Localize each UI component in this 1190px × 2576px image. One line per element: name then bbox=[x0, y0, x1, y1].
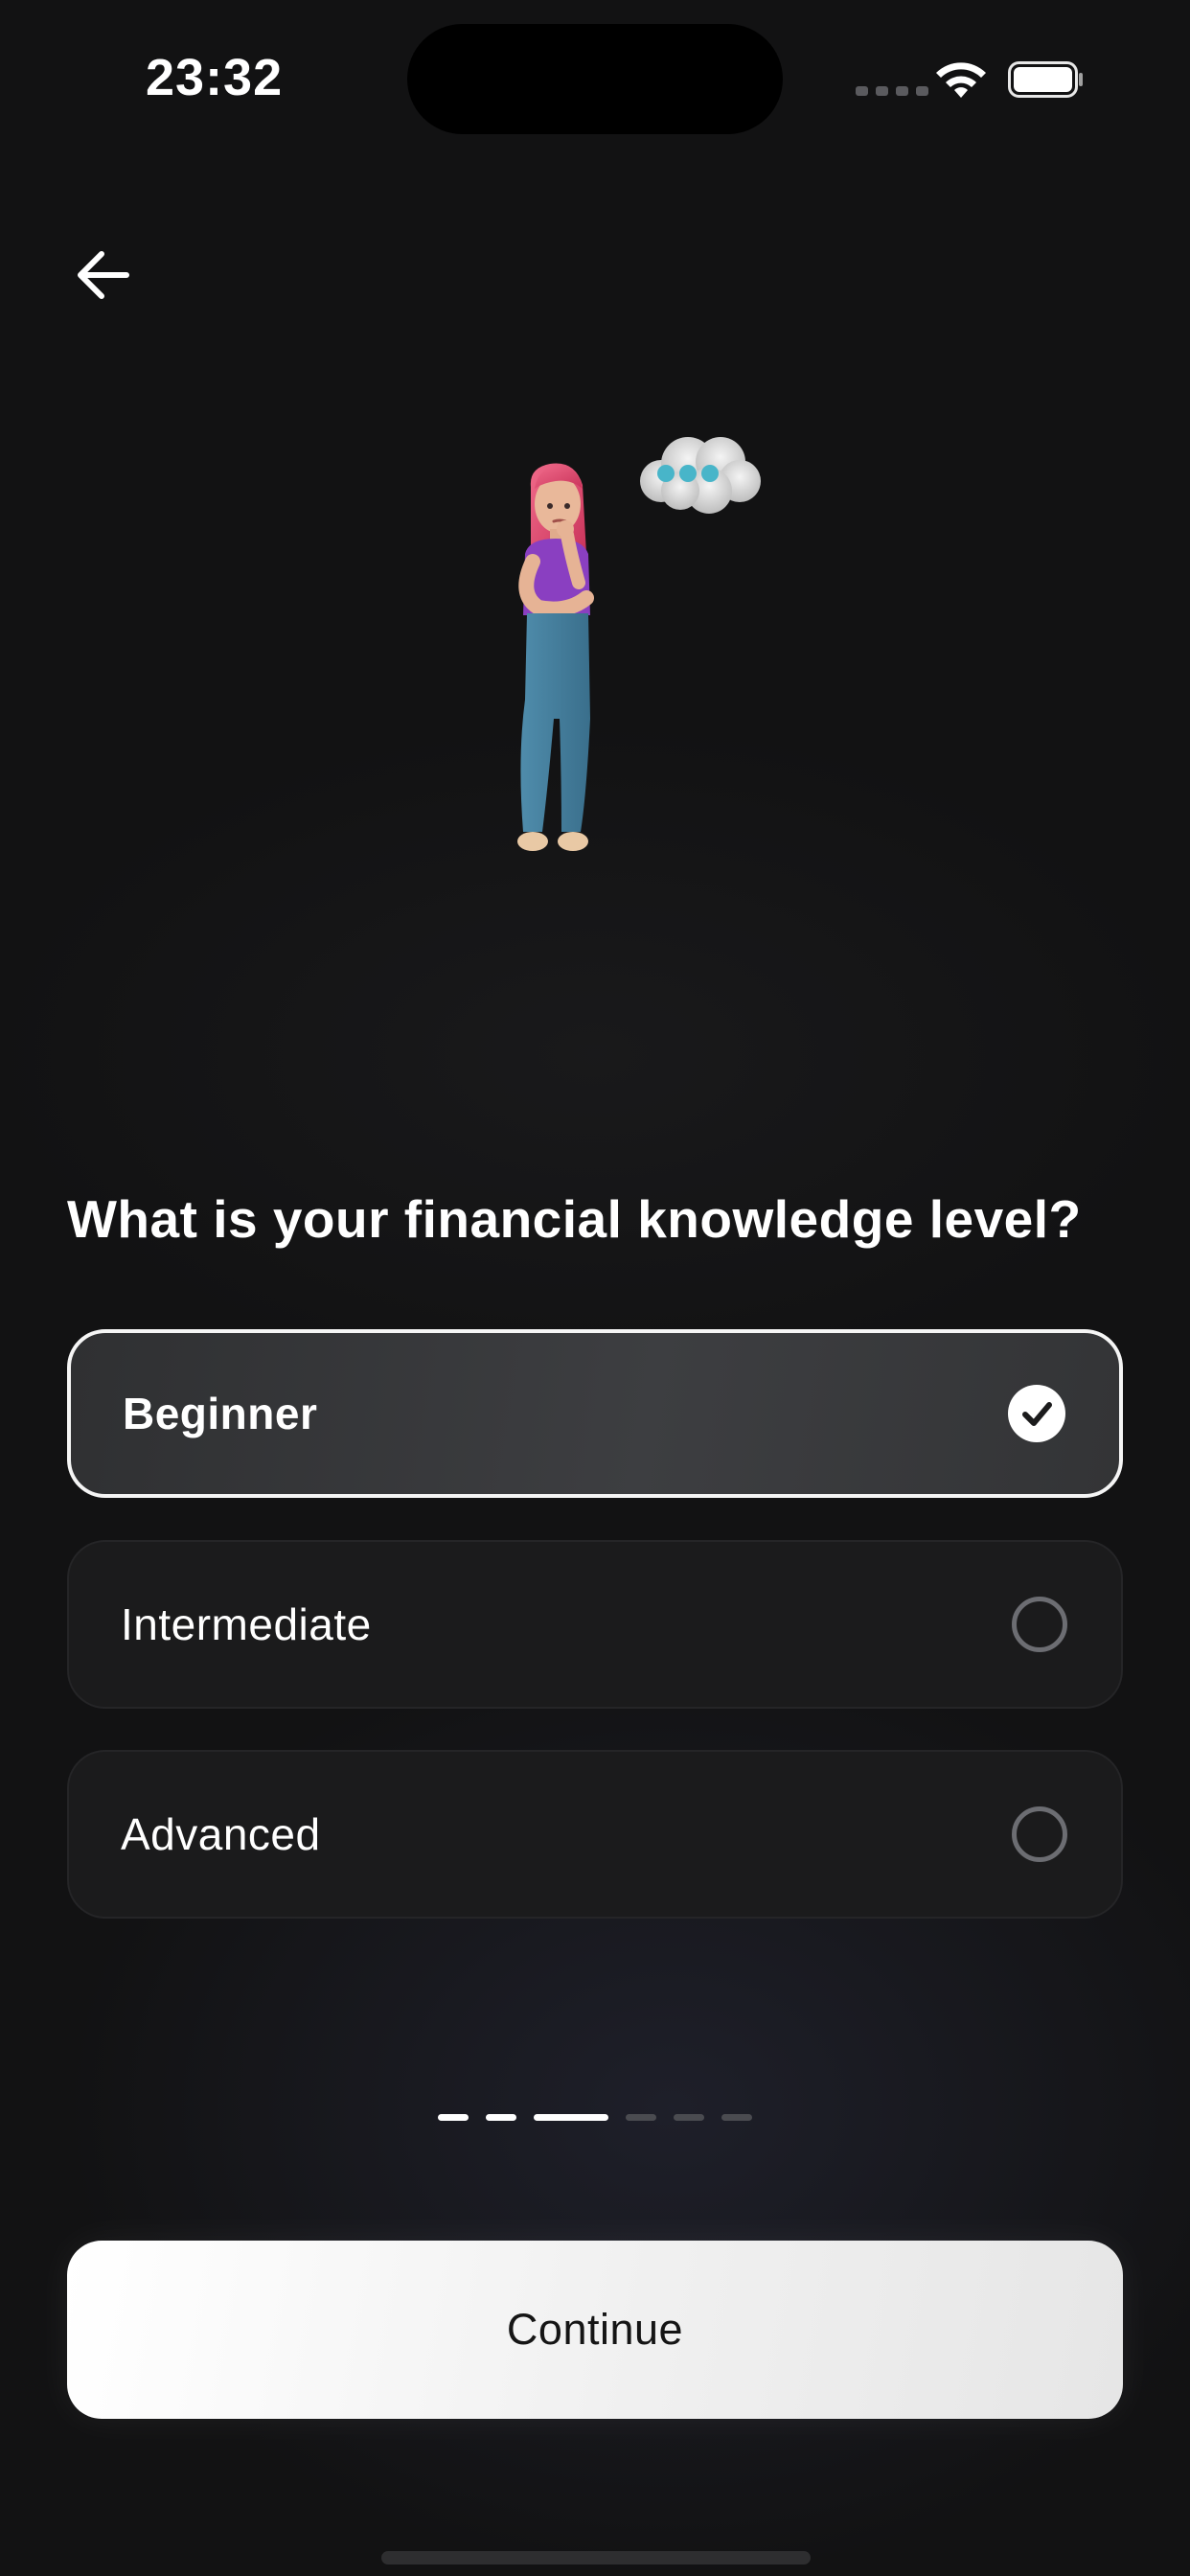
option-label: Beginner bbox=[123, 1389, 318, 1438]
thinking-woman-illustration bbox=[517, 437, 761, 851]
continue-button[interactable]: Continue bbox=[67, 2241, 1123, 2419]
option-intermediate[interactable]: Intermediate bbox=[67, 1540, 1123, 1709]
checkmark-icon bbox=[1008, 1385, 1065, 1442]
progress-segment bbox=[486, 2113, 516, 2121]
back-button[interactable] bbox=[69, 242, 136, 309]
wifi-icon bbox=[936, 62, 986, 98]
progress-segment bbox=[721, 2113, 752, 2121]
option-label: Intermediate bbox=[121, 1599, 372, 1649]
progress-segment bbox=[674, 2113, 704, 2121]
option-beginner[interactable]: Beginner bbox=[67, 1329, 1123, 1498]
dynamic-island bbox=[407, 24, 783, 134]
question-title: What is your financial knowledge level? bbox=[67, 1189, 1082, 1249]
progress-segment bbox=[534, 2113, 608, 2121]
home-indicator bbox=[381, 2551, 811, 2564]
cellular-signal-icon bbox=[856, 86, 928, 96]
option-label: Advanced bbox=[121, 1809, 321, 1859]
battery-icon bbox=[1008, 61, 1083, 98]
step-progress-indicator bbox=[438, 2113, 752, 2121]
radio-unselected-icon bbox=[1012, 1806, 1067, 1862]
arrow-left-icon bbox=[78, 251, 129, 299]
onboarding-screen: 23:32 What is your financial knowledge l… bbox=[0, 0, 1190, 2576]
progress-segment bbox=[626, 2113, 656, 2121]
status-time: 23:32 bbox=[146, 49, 284, 106]
option-advanced[interactable]: Advanced bbox=[67, 1750, 1123, 1919]
radio-unselected-icon bbox=[1012, 1597, 1067, 1652]
progress-segment bbox=[438, 2113, 469, 2121]
